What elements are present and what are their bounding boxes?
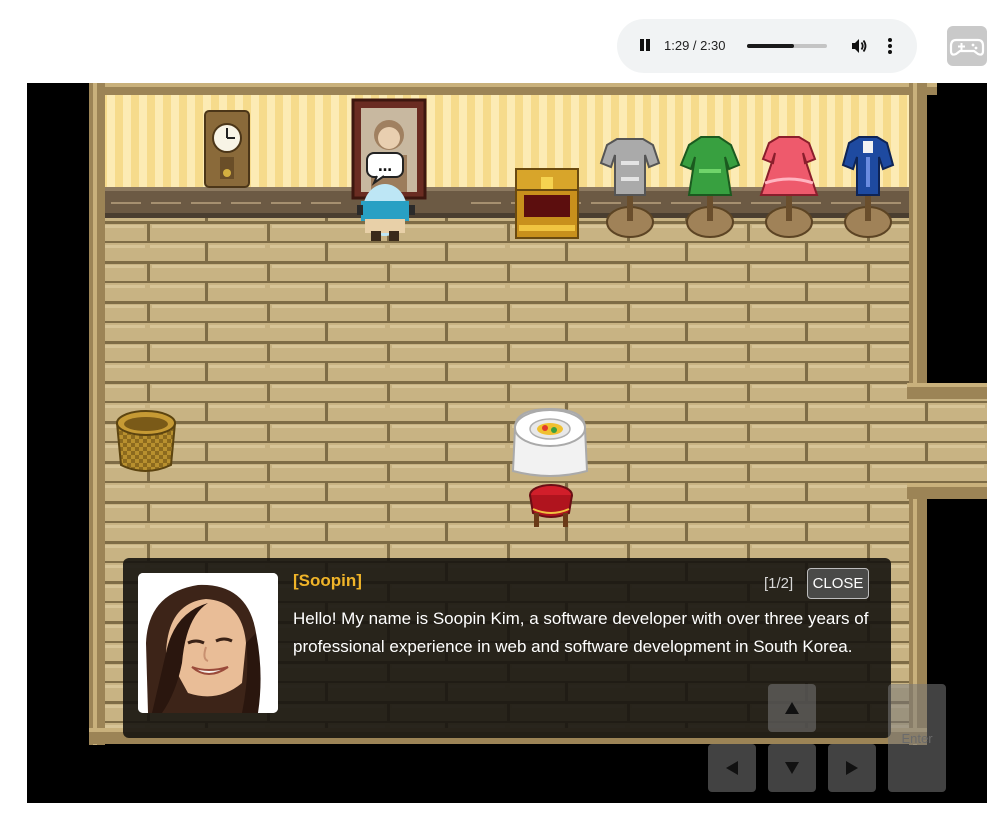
speaker-name: [Soopin] <box>293 571 362 590</box>
gamepad-icon <box>949 38 985 56</box>
close-button[interactable]: CLOSE <box>807 568 869 599</box>
dialog-page-indicator: [1/2] <box>764 575 794 592</box>
round-table[interactable] <box>511 407 589 477</box>
volume-icon[interactable] <box>849 36 869 56</box>
gamepad-toggle-button[interactable] <box>947 26 987 66</box>
right-arrow-icon <box>846 761 858 775</box>
down-arrow-button[interactable] <box>768 744 816 792</box>
pause-icon[interactable] <box>637 37 653 55</box>
up-arrow-button[interactable] <box>768 684 816 732</box>
wall-mirror <box>351 98 427 200</box>
more-options-icon[interactable] <box>885 37 895 55</box>
game-viewport[interactable]: … [Soopin] [1/2] CLOSE Hello! My name is… <box>27 83 987 803</box>
right-wall <box>909 83 927 383</box>
dialog-message: Hello! My name is Soopin Kim, a software… <box>293 609 869 656</box>
audio-progress-fill <box>747 44 795 48</box>
audio-player: 1:29 / 2:30 <box>617 19 917 73</box>
down-arrow-icon <box>785 762 799 774</box>
enter-button-label: Enter <box>901 731 933 746</box>
wicker-basket <box>115 410 177 472</box>
pink-dress-mannequin <box>759 136 819 238</box>
left-arrow-button[interactable] <box>708 744 756 792</box>
wall-clock <box>204 110 250 188</box>
audio-time: 1:29 / 2:30 <box>664 38 726 53</box>
right-corridor <box>907 398 987 488</box>
speech-bubble-text: … <box>378 159 392 175</box>
green-dress-mannequin <box>679 136 741 238</box>
left-arrow-icon <box>726 761 738 775</box>
enter-button[interactable]: Enter <box>888 684 946 792</box>
right-arrow-button[interactable] <box>828 744 876 792</box>
treasure-chest[interactable] <box>515 168 579 239</box>
speaker-portrait <box>138 573 278 713</box>
audio-progress-bar[interactable] <box>747 44 827 48</box>
up-arrow-icon <box>785 702 799 714</box>
